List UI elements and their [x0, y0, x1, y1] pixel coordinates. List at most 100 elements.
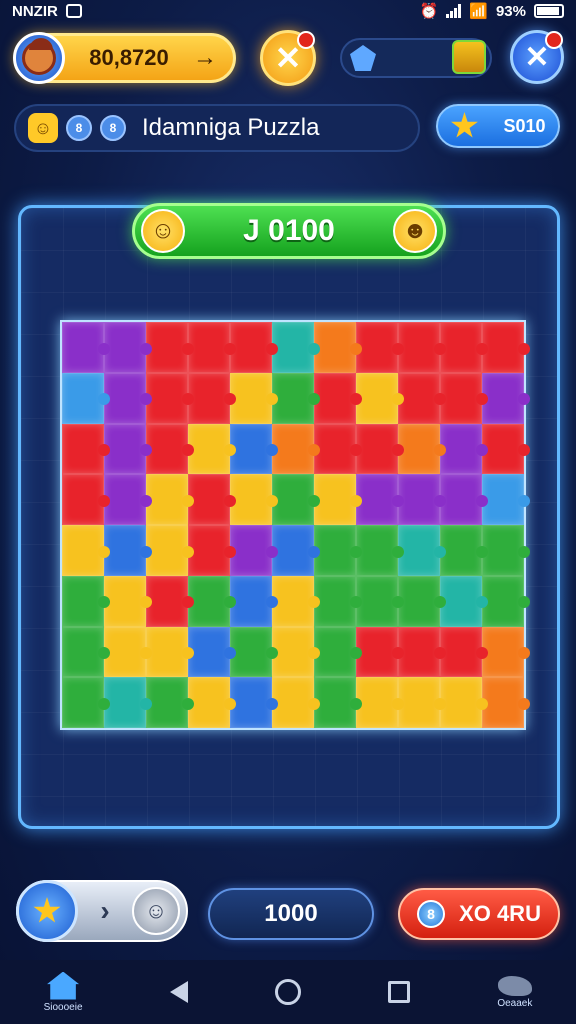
puzzle-piece[interactable] — [104, 525, 152, 576]
coin-counter[interactable]: 80,8720 → — [13, 32, 236, 84]
puzzle-piece[interactable] — [272, 626, 320, 678]
puzzle-piece[interactable] — [314, 474, 362, 525]
puzzle-piece[interactable] — [146, 525, 194, 576]
puzzle-piece[interactable] — [104, 626, 152, 678]
puzzle-piece[interactable] — [440, 575, 488, 627]
puzzle-piece[interactable] — [272, 677, 320, 728]
puzzle-piece[interactable] — [356, 677, 404, 728]
recents-icon[interactable] — [388, 981, 411, 1003]
puzzle-piece[interactable] — [440, 626, 488, 678]
puzzle-piece[interactable] — [398, 626, 446, 678]
puzzle-piece[interactable] — [482, 372, 530, 424]
puzzle-piece[interactable] — [398, 474, 446, 525]
puzzle-piece[interactable] — [104, 575, 152, 627]
puzzle-piece[interactable] — [482, 474, 530, 525]
puzzle-piece[interactable] — [482, 423, 530, 475]
puzzle-piece[interactable] — [272, 474, 320, 525]
puzzle-piece[interactable] — [482, 575, 530, 627]
puzzle-piece[interactable] — [146, 677, 194, 728]
puzzle-piece[interactable] — [104, 322, 152, 373]
puzzle-piece[interactable] — [188, 474, 236, 525]
puzzle-piece[interactable] — [356, 575, 404, 627]
puzzle-piece[interactable] — [482, 525, 530, 576]
gift-icon[interactable] — [452, 40, 486, 74]
puzzle-piece[interactable] — [356, 423, 404, 475]
puzzle-piece[interactable] — [272, 575, 320, 627]
puzzle-piece[interactable] — [188, 372, 236, 424]
puzzle-piece[interactable] — [188, 525, 236, 576]
puzzle-piece[interactable] — [146, 322, 194, 373]
puzzle-piece[interactable] — [62, 575, 110, 627]
puzzle-piece[interactable] — [356, 372, 404, 424]
puzzle-piece[interactable] — [314, 423, 362, 475]
puzzle-piece[interactable] — [146, 626, 194, 678]
puzzle-piece[interactable] — [272, 423, 320, 475]
puzzle-grid[interactable] — [60, 320, 530, 730]
puzzle-piece[interactable] — [62, 372, 110, 424]
puzzle-piece[interactable] — [230, 626, 278, 678]
puzzle-piece[interactable] — [440, 677, 488, 728]
puzzle-piece[interactable] — [356, 626, 404, 678]
puzzle-piece[interactable] — [356, 525, 404, 576]
puzzle-piece[interactable] — [398, 677, 446, 728]
puzzle-piece[interactable] — [482, 322, 530, 373]
puzzle-piece[interactable] — [146, 474, 194, 525]
puzzle-piece[interactable] — [188, 677, 236, 728]
hint-button[interactable]: › ☺ — [16, 880, 188, 942]
back-icon[interactable] — [169, 981, 188, 1003]
puzzle-piece[interactable] — [104, 474, 152, 525]
puzzle-piece[interactable] — [398, 322, 446, 373]
mini-icon-2[interactable]: 8 — [100, 115, 126, 141]
puzzle-piece[interactable] — [440, 423, 488, 475]
puzzle-piece[interactable] — [146, 575, 194, 627]
puzzle-piece[interactable] — [62, 474, 110, 525]
center-counter-button[interactable]: 1000 — [208, 888, 374, 940]
puzzle-piece[interactable] — [188, 423, 236, 475]
puzzle-piece[interactable] — [314, 575, 362, 627]
puzzle-piece[interactable] — [62, 677, 110, 728]
puzzle-piece[interactable] — [440, 372, 488, 424]
puzzle-piece[interactable] — [440, 525, 488, 576]
puzzle-piece[interactable] — [398, 372, 446, 424]
puzzle-piece[interactable] — [356, 322, 404, 373]
orange-close-button[interactable]: ✕ — [260, 30, 316, 86]
puzzle-piece[interactable] — [62, 626, 110, 678]
nav-right[interactable]: Oeaaek — [497, 975, 532, 1009]
gem-counter[interactable] — [340, 38, 492, 78]
puzzle-piece[interactable] — [314, 626, 362, 678]
avatar[interactable] — [13, 32, 65, 84]
puzzle-piece[interactable] — [440, 322, 488, 373]
star-button[interactable]: S010 — [436, 104, 560, 148]
puzzle-piece[interactable] — [104, 677, 152, 728]
puzzle-piece[interactable] — [314, 322, 362, 373]
puzzle-piece[interactable] — [398, 525, 446, 576]
puzzle-piece[interactable] — [314, 372, 362, 424]
puzzle-piece[interactable] — [62, 322, 110, 373]
nav-home[interactable]: Sioooeie — [44, 971, 83, 1013]
puzzle-piece[interactable] — [440, 474, 488, 525]
puzzle-piece[interactable] — [230, 322, 278, 373]
home-circle-icon[interactable] — [274, 979, 301, 1005]
puzzle-piece[interactable] — [314, 525, 362, 576]
puzzle-piece[interactable] — [398, 423, 446, 475]
puzzle-piece[interactable] — [482, 626, 530, 678]
puzzle-piece[interactable] — [188, 575, 236, 627]
puzzle-piece[interactable] — [272, 322, 320, 373]
puzzle-piece[interactable] — [230, 575, 278, 627]
smiley-icon[interactable]: ☺ — [28, 113, 58, 143]
puzzle-piece[interactable] — [398, 575, 446, 627]
puzzle-piece[interactable] — [230, 525, 278, 576]
puzzle-piece[interactable] — [188, 322, 236, 373]
blue-close-button[interactable]: ✕ — [510, 30, 564, 84]
puzzle-piece[interactable] — [272, 372, 320, 424]
puzzle-piece[interactable] — [482, 677, 530, 728]
puzzle-piece[interactable] — [146, 423, 194, 475]
puzzle-piece[interactable] — [146, 372, 194, 424]
puzzle-piece[interactable] — [314, 677, 362, 728]
puzzle-piece[interactable] — [230, 372, 278, 424]
puzzle-piece[interactable] — [230, 677, 278, 728]
puzzle-piece[interactable] — [230, 474, 278, 525]
puzzle-piece[interactable] — [188, 626, 236, 678]
puzzle-piece[interactable] — [356, 474, 404, 525]
mini-icon-1[interactable]: 8 — [66, 115, 92, 141]
